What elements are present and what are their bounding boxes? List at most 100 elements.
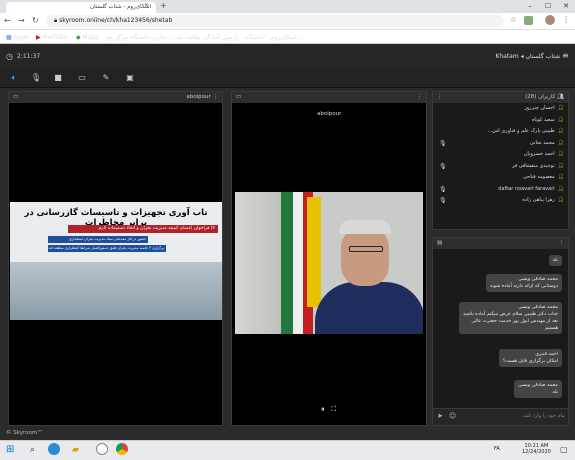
chat-icon: ▤	[437, 240, 443, 246]
user-row[interactable]: 👤︎احسان چترروز	[433, 103, 568, 115]
video-presenter-name: abolpour	[317, 111, 342, 117]
mic-icon[interactable]: 🎙︎	[439, 184, 447, 196]
user-row[interactable]: 👤︎سعید کوتاه	[433, 115, 568, 127]
slide-bullet-2: برگزاری ۳ جلسه مدیریت بحران طبق دستورالع…	[48, 245, 166, 252]
bookmark-youtube[interactable]: ▶ YouTube	[36, 34, 67, 41]
flag-white	[293, 192, 303, 334]
chat-message: بله	[548, 255, 562, 266]
chat-messages: بله محمد صادقی ویسی دوستانی که ارائه دارن…	[433, 249, 568, 407]
tab-title: اسکای‌روم - شتاب گلستان	[90, 4, 151, 10]
user-name: طبیبی پارک علم و فناوری اس...	[487, 128, 555, 134]
user-icon: 👤︎	[557, 105, 564, 111]
bookmark-apps[interactable]: ▦ Apps	[6, 34, 28, 41]
bookmark-4[interactable]: آزمون آمادگی مقاصد نب...	[175, 34, 243, 41]
pause-icon[interactable]: ⏸︎	[321, 405, 325, 414]
chat-menu-icon[interactable]: ⋮	[559, 240, 565, 246]
edge-icon[interactable]	[48, 443, 60, 455]
search-icon[interactable]: ⌕	[30, 445, 35, 455]
user-name: زهرا پناهی زاده	[522, 197, 555, 203]
user-row[interactable]: 👤︎احمد خسروبان	[433, 149, 568, 161]
mic-icon[interactable]: 🎙︎	[439, 161, 447, 173]
user-name: احسان چترروز	[524, 105, 555, 111]
avatar[interactable]	[545, 15, 555, 25]
flag-green	[281, 192, 293, 334]
url-text: skyroom.online/ch/kha123456/shetab	[59, 17, 173, 24]
screen-share-icon[interactable]: ▭	[76, 72, 88, 84]
chat-panel: ▤ ⋮ بله محمد صادقی ویسی دوستانی که ارائه …	[432, 237, 569, 426]
user-icon: 👤︎	[557, 128, 564, 134]
whiteboard-pen-icon[interactable]: ✎	[100, 72, 112, 84]
camera-icon[interactable]: ■	[52, 72, 64, 84]
slide-image: تاب آوری تجهیزات و تاسیسات گازرسانی در ب…	[10, 202, 222, 320]
media-player-icon[interactable]: ▣	[124, 72, 136, 84]
user-name: توحیدی منقشافی فر	[511, 162, 555, 169]
user-icon: 👤︎	[557, 116, 564, 123]
extension-icon[interactable]	[524, 16, 533, 25]
clock-date: 12/24/2020	[522, 449, 551, 455]
mic-off-icon[interactable]: 🎙︎	[30, 72, 42, 84]
user-row[interactable]: 👤︎زهرا پناهی زاده 🎙︎	[433, 195, 568, 207]
user-row[interactable]: 👤︎توحیدی منقشافی فر 🎙︎	[433, 161, 568, 173]
video-menu-icon[interactable]: ⋮	[417, 94, 423, 100]
send-icon[interactable]: ➤	[437, 412, 443, 420]
mic-icon[interactable]: 🎙︎	[439, 138, 447, 150]
mic-icon[interactable]: 🎙︎	[439, 195, 447, 207]
video-panel: ▭ ⋮ abolpour ⏸︎ ⛶	[231, 91, 427, 426]
forward-icon[interactable]: →	[18, 16, 25, 25]
user-row[interactable]: 👤︎daftar noavari faravari 🎙︎	[433, 184, 568, 196]
reload-icon[interactable]: ↻	[32, 16, 39, 25]
menu-dots-icon[interactable]: ⋮	[562, 15, 570, 24]
windows-start-icon[interactable]: ⊞	[6, 444, 14, 455]
new-tab-icon[interactable]: +	[160, 1, 167, 10]
user-row[interactable]: 👤︎معصومه فتاحی	[433, 172, 568, 184]
hamburger-menu-icon[interactable]: ≡	[562, 51, 569, 60]
users-menu-icon[interactable]: ⋮	[437, 94, 443, 100]
url-input[interactable]: 🔒︎ skyroom.online/ch/kha123456/shetab	[46, 15, 504, 27]
slide-subtitle: ۲) فراخوان اعضای کمیته مدیریت بحران و ات…	[68, 225, 218, 233]
user-name: محمد نجاتی	[529, 139, 555, 146]
bookmark-5[interactable]: اسکای‌روم - دانشگاه...	[245, 34, 302, 41]
maximize-icon[interactable]: ☐	[539, 0, 557, 13]
chrome-icon[interactable]	[116, 443, 128, 455]
chat-input-bar: ➤ ☺ پیام خود را وارد کنید	[433, 408, 568, 425]
language-indicator[interactable]: FA	[494, 446, 500, 452]
speaker-icon[interactable]: 🔈︎	[8, 72, 20, 84]
users-panel-header: ⋮ 👥︎ کاربران (28)	[433, 92, 568, 103]
yellow-flag	[307, 197, 321, 307]
clock[interactable]: 10:21 AM 12/24/2020	[522, 443, 551, 455]
video-panel-header: ▭ ⋮	[232, 92, 426, 103]
slides-panel-header: ▭ abolpour ⋮	[9, 92, 222, 103]
browser-tab[interactable]: اسکای‌روم - شتاب گلستان	[6, 2, 156, 13]
person-hair	[339, 220, 391, 234]
emoji-icon[interactable]: ☺	[449, 412, 456, 420]
star-icon[interactable]: ☆	[510, 16, 516, 24]
user-row[interactable]: 👤︎محمد نجاتی 🎙︎	[433, 138, 568, 150]
notifications-icon[interactable]: ▢	[560, 445, 568, 454]
user-icon: 👤︎	[557, 197, 564, 203]
user-row[interactable]: 👤︎طبیبی پارک علم و فناوری اس...	[433, 126, 568, 138]
user-icon: 👤︎	[557, 151, 564, 157]
chat-panel-header: ▤ ⋮	[433, 238, 568, 249]
users-count-title: کاربران (28)	[525, 94, 556, 100]
chat-input[interactable]: پیام خود را وارد کنید	[461, 413, 565, 419]
file-explorer-icon[interactable]: ▰	[72, 445, 79, 455]
minimize-icon[interactable]: –	[521, 0, 539, 13]
close-window-icon[interactable]: ✕	[557, 0, 575, 13]
slides-presenter-name: abolpour	[186, 94, 211, 100]
bookmark-3[interactable]: تجارب دانشگاه مرکز مح...	[106, 34, 173, 41]
app-icon[interactable]	[96, 443, 108, 455]
user-name: معصومه فتاحی	[523, 174, 555, 180]
slides-panel: ▭ abolpour ⋮ تاب آوری تجهیزات و تاسیسات …	[8, 91, 223, 426]
room-title: Khatam ◂ شتاب گلستان	[495, 53, 560, 60]
bookmark-maps[interactable]: ◆ Maps	[76, 34, 98, 41]
skyroom-brand: © Skyroom™	[6, 430, 43, 436]
video-monitor-icon: ▭	[236, 94, 242, 100]
chat-message: محمد صادقی ویسی دوستانی که ارائه دارند آ…	[485, 274, 562, 292]
slides-menu-icon[interactable]: ⋮	[213, 94, 219, 100]
fullscreen-icon[interactable]: ⛶	[331, 405, 336, 414]
windows-taskbar	[0, 440, 575, 460]
close-tab-icon[interactable]: ✕	[144, 2, 149, 9]
clock-icon: ◷	[6, 52, 13, 61]
back-icon[interactable]: ←	[4, 16, 11, 25]
person-glasses	[349, 246, 383, 252]
